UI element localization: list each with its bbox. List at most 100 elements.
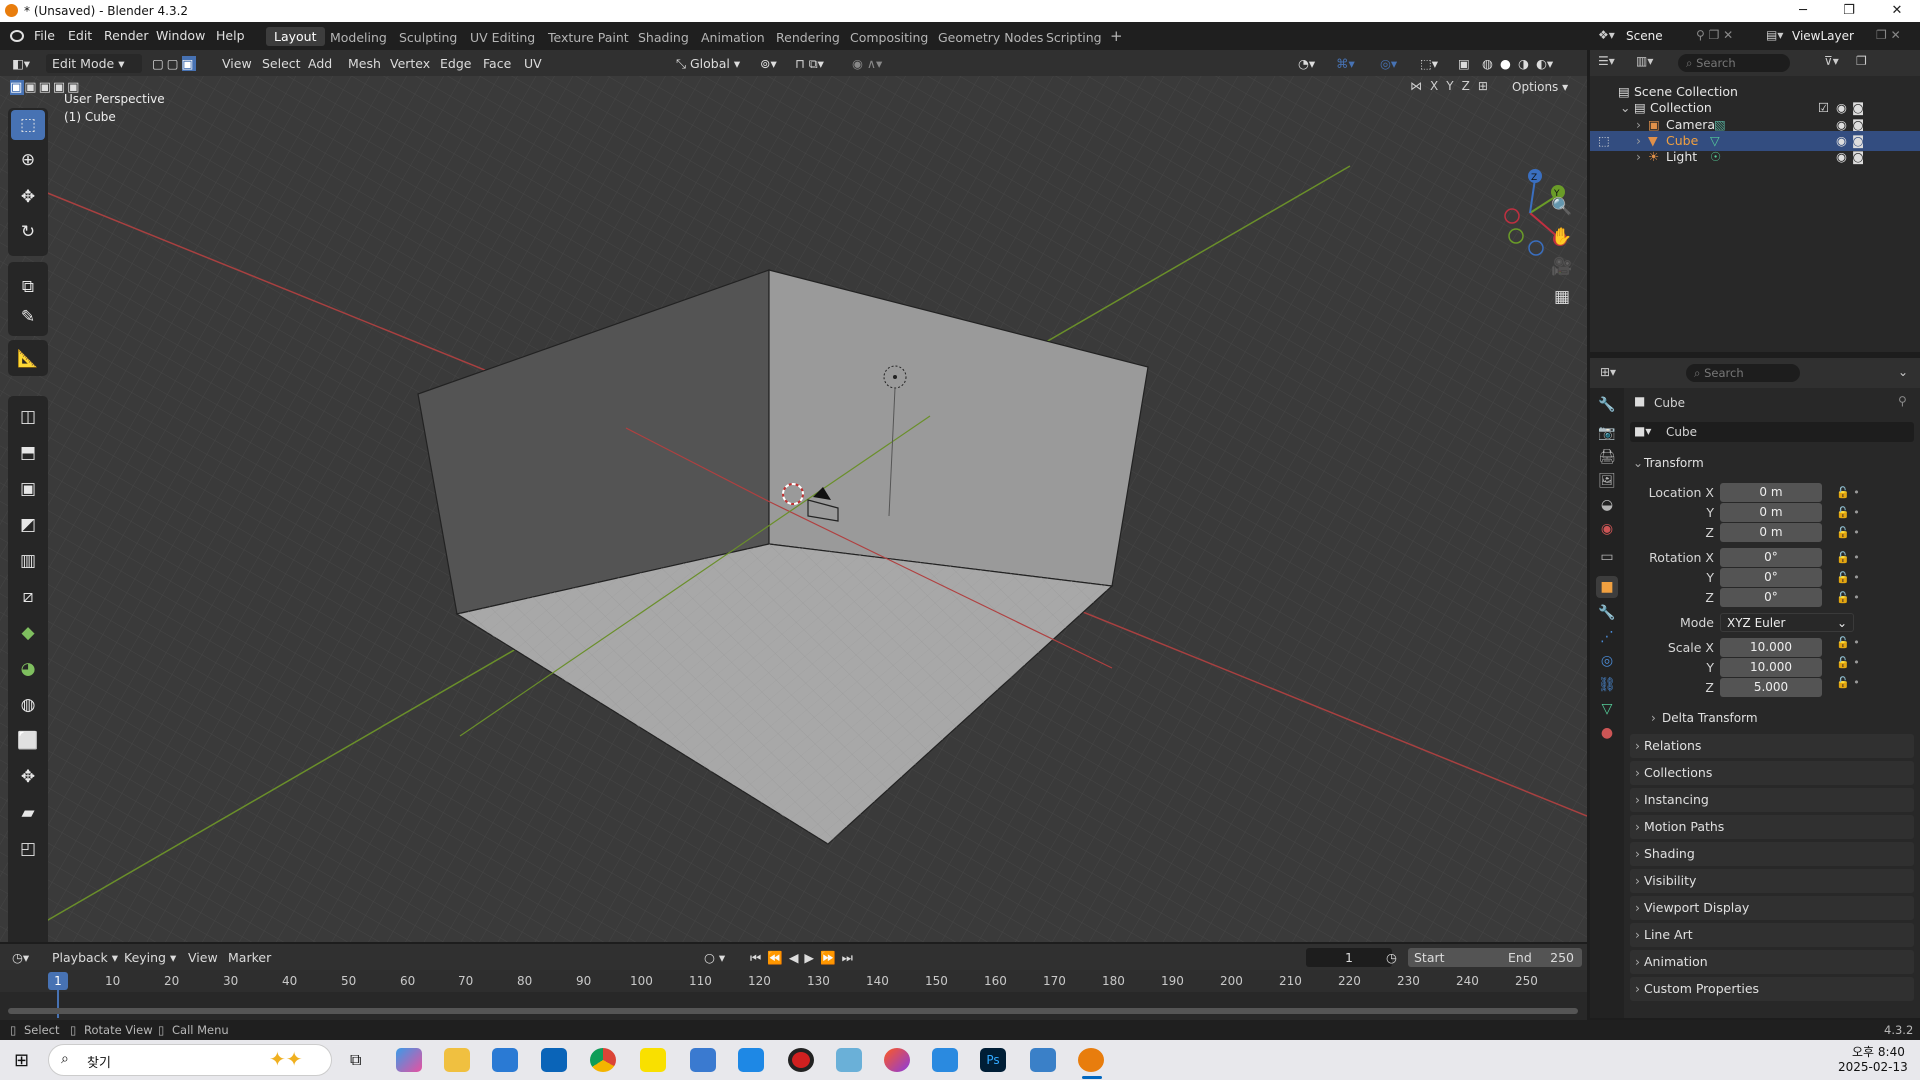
tab-animation[interactable]: Animation [701,30,765,45]
editor-type-icon[interactable]: ◧▾ [12,54,30,73]
viewlayer-add-icon[interactable]: ❐ ✕ [1876,28,1901,42]
knife-tool-icon[interactable]: ⧄ [11,582,45,612]
panel-custom-properties[interactable]: Custom Properties [1630,977,1914,1001]
menu-vertex[interactable]: Vertex [390,54,430,73]
properties-search[interactable]: ⌕ Search [1686,364,1800,382]
tab-layout[interactable]: Layout [266,27,325,46]
close-button[interactable]: ✕ [1874,0,1920,22]
mirror-x[interactable]: X [1430,79,1438,93]
menu-uv[interactable]: UV [524,54,542,73]
tab-shading[interactable]: Shading [638,30,689,45]
visibility-icon[interactable]: ◔▾ [1298,54,1315,73]
overlay-toggle-icon[interactable]: ◎▾ [1380,54,1397,73]
mirror-icon[interactable]: ⋈ [1410,79,1422,93]
panel-animation[interactable]: Animation [1630,950,1914,974]
inset-tool-icon[interactable]: ▣ [11,474,45,504]
smooth-tool-icon[interactable]: ◍ [11,690,45,720]
object-datablock[interactable]: ■▾ Cube [1630,422,1914,442]
menu-playback[interactable]: Playback ▾ [52,948,118,967]
material-tab-icon[interactable]: ● [1596,722,1618,744]
app-icon[interactable] [836,1048,862,1072]
lock-icon[interactable]: 🔓 • [1836,483,1876,503]
add-cube-tool-icon[interactable]: ◫ [11,402,45,432]
tab-rendering[interactable]: Rendering [776,30,840,45]
lock-icon[interactable]: 🔓 • [1836,568,1876,588]
annotate-tool-icon[interactable]: ✎ [11,302,45,332]
maximize-button[interactable]: ❐ [1826,0,1872,22]
xray-mesh-icon[interactable]: ⬚▾ [1420,54,1438,73]
shading-solid-icon[interactable]: ● [1500,54,1511,73]
pan-hand-icon[interactable]: ✋ [1547,222,1577,252]
playback-controls[interactable]: ⏮⏪◀▶⏩⏭ [750,948,859,967]
auto-keying-icon[interactable]: ○ ▾ [704,948,725,967]
shrink-fatten-tool-icon[interactable]: ✥ [11,762,45,792]
render-icon[interactable]: ◙ [1852,147,1864,167]
record-icon[interactable] [788,1048,814,1072]
mode-dropdown[interactable]: Edit Mode ▾ [46,54,142,73]
minimize-button[interactable]: ─ [1780,0,1826,22]
object-tab-icon[interactable]: ■ [1596,576,1618,598]
spin-tool-icon[interactable]: ◕ [11,654,45,684]
menu-select[interactable]: Select [262,54,301,73]
eye-icon[interactable]: ◉ [1836,147,1847,167]
scene-name[interactable]: Scene [1626,29,1663,43]
menu-render[interactable]: Render [104,28,149,43]
clock-time[interactable]: 오후 8:40 [1852,1043,1905,1060]
lock-icon[interactable]: 🔓 • [1836,588,1876,608]
shading-render-icon[interactable]: ◐▾ [1536,54,1553,73]
menu-face[interactable]: Face [483,54,511,73]
panel-viewport-display[interactable]: Viewport Display [1630,896,1914,920]
view-layer-tab-icon[interactable]: 🖼 [1596,470,1618,492]
menu-help[interactable]: Help [216,28,245,43]
outliner-item-light[interactable]: › ☀ Light ☉ ◉ ◙ [1590,147,1920,167]
delta-transform-subpanel[interactable]: › Delta Transform [1648,708,1914,728]
modifier-tab-icon[interactable]: 🔧 [1596,602,1618,624]
extrude-tool-icon[interactable]: ⬒ [11,438,45,468]
location-x-field[interactable]: 0 m [1720,483,1822,502]
particles-tab-icon[interactable]: ⋰ [1596,626,1618,648]
move-tool-icon[interactable]: ✥ [11,182,45,212]
camera-view-icon[interactable]: 🎥 [1547,252,1577,282]
panel-instancing[interactable]: Instancing [1630,788,1914,812]
lock-icon[interactable]: 🔓 • [1836,523,1876,543]
current-frame-field[interactable]: 1 [1306,948,1392,967]
rip-tool-icon[interactable]: ◰ [11,834,45,864]
calculator-icon[interactable] [690,1048,716,1072]
editor-type-icon[interactable]: ⊞▾ [1600,365,1616,379]
pin-icon[interactable]: ⚲ [1898,394,1907,408]
shading-wire-icon[interactable]: ◍ [1482,54,1493,73]
windows-start-icon[interactable]: ⊞ [14,1050,29,1071]
snap-settings-icon[interactable]: ⊞ [1478,79,1488,93]
menu-timeline-view[interactable]: View [188,948,218,967]
file-explorer-icon[interactable] [444,1048,470,1072]
mirror-options[interactable]: ⋈ X Y Z ⊞ [1410,79,1488,93]
gizmo-toggle-icon[interactable]: ⌘▾ [1336,54,1355,73]
orientation-dropdown[interactable]: ⤡ Global ▾ [676,54,740,73]
playhead[interactable]: 1 [48,972,68,990]
add-workspace-icon[interactable]: + [1110,27,1123,45]
scene-tab-icon[interactable]: ◒ [1596,494,1618,516]
light-data-icon[interactable]: ☉ [1710,147,1721,167]
display-mode-icon[interactable]: ☰▾ [1598,54,1615,68]
proportional-edit-icon[interactable]: ◉ ∧▾ [852,54,882,73]
lock-icon[interactable]: 🔓 • [1836,548,1876,568]
scale-x-field[interactable]: 10.000 [1720,638,1822,657]
vscode-icon[interactable] [738,1048,764,1072]
constraints-tab-icon[interactable]: ⛓ [1596,674,1618,696]
rotation-x-field[interactable]: 0° [1720,548,1822,567]
clock-date[interactable]: 2025-02-13 [1838,1060,1908,1074]
tool-tab-icon[interactable]: 🔧 [1596,394,1618,416]
panel-motion-paths[interactable]: Motion Paths [1630,815,1914,839]
tab-compositing[interactable]: Compositing [850,30,928,45]
physics-tab-icon[interactable]: ◎ [1596,650,1618,672]
expand-icon[interactable]: › [1636,147,1641,167]
menu-keying[interactable]: Keying ▾ [124,948,176,967]
timeline-area[interactable]: 1 10 20 30 40 50 60 70 80 90 100 110 120… [0,970,1587,1020]
preview-range-icon[interactable]: ◷ [1386,948,1397,967]
scene-pin-icon[interactable]: ⚲ ❐ ✕ [1696,28,1733,42]
mirror-z[interactable]: Z [1462,79,1470,93]
location-y-field[interactable]: 0 m [1720,503,1822,522]
panel-shading[interactable]: Shading [1630,842,1914,866]
transform-tool-icon[interactable]: ⧉ [11,272,45,302]
panel-collections[interactable]: Collections [1630,761,1914,785]
